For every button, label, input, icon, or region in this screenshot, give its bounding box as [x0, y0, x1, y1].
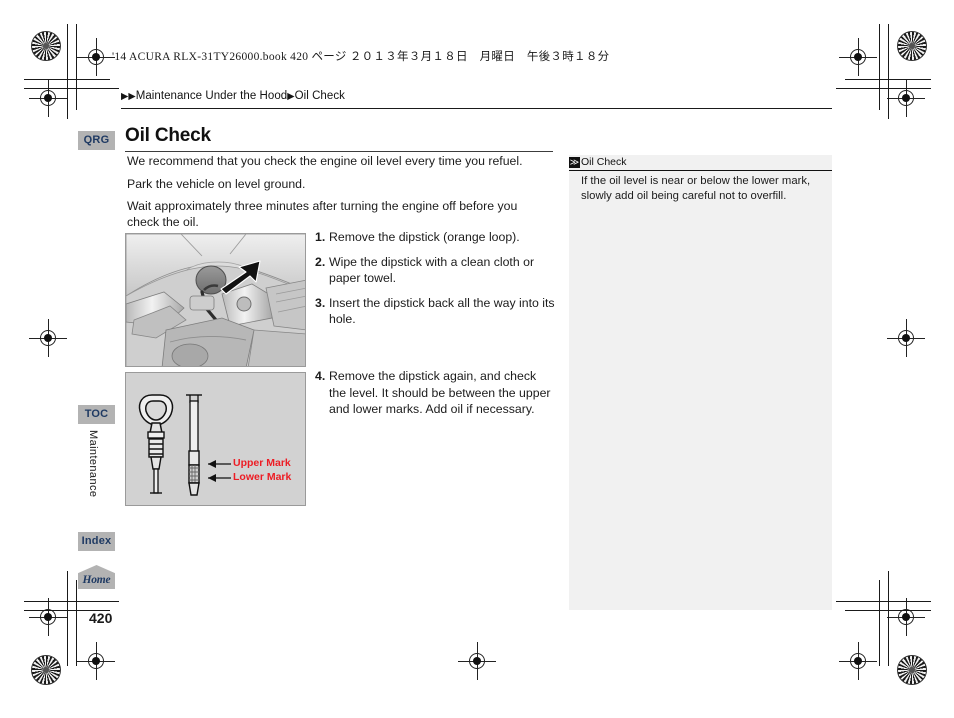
breadcrumb-arrow-icon: ▶	[287, 90, 295, 102]
list-item: 1. Remove the dipstick (orange loop).	[315, 229, 555, 246]
lower-mark-label: Lower Mark	[233, 471, 292, 483]
step-number: 1.	[315, 230, 326, 244]
crop-mark	[67, 571, 68, 666]
dipstick-figure: Upper Mark Lower Mark	[125, 372, 306, 506]
engine-bay-illustration	[126, 234, 305, 366]
side-note-divider	[569, 170, 832, 171]
registration-target-bottom-right	[887, 598, 925, 636]
sidebar-tab-qrg[interactable]: QRG	[78, 131, 115, 150]
intro-paragraph-3: Wait approximately three minutes after t…	[127, 199, 518, 229]
sidebar-tab-home[interactable]: Home	[78, 565, 115, 589]
print-slug-line: '14 ACURA RLX-31TY26000.book 420 ページ ２０１…	[112, 51, 610, 63]
registration-target-bottom-center-left	[77, 642, 115, 680]
double-chevron-icon: ≫	[569, 156, 580, 168]
breadcrumb: ▶▶Maintenance Under the Hood▶Oil Check	[121, 90, 345, 102]
crop-mark	[76, 580, 77, 666]
intro-paragraph-1: We recommend that you check the engine o…	[127, 154, 523, 168]
crop-mark	[888, 24, 889, 119]
step-number: 2.	[315, 254, 326, 269]
crop-mark	[67, 24, 68, 119]
step-number: 4.	[315, 369, 326, 383]
step-text: Remove the dipstick (orange loop).	[329, 230, 520, 244]
list-item: 4. Remove the dipstick again, and check …	[315, 368, 555, 418]
manual-page: '14 ACURA RLX-31TY26000.book 420 ページ ２０１…	[0, 0, 954, 718]
registration-star-top-right	[897, 31, 927, 61]
registration-star-top-left	[31, 31, 61, 61]
crop-mark	[76, 24, 77, 110]
registration-target-top-center-left	[77, 38, 115, 76]
registration-target-right-middle	[887, 319, 925, 357]
crop-mark	[879, 24, 880, 110]
list-item: 3. Insert the dipstick back all the way …	[315, 295, 555, 328]
breadcrumb-arrow-icon: ▶	[128, 90, 136, 102]
registration-star-bottom-right	[897, 655, 927, 685]
breadcrumb-level-1[interactable]: Maintenance Under the Hood	[136, 90, 288, 102]
crop-mark	[24, 601, 119, 602]
registration-target-top-center-right	[839, 38, 877, 76]
side-note-heading: Oil Check	[581, 156, 627, 168]
registration-target-bottom-left	[29, 598, 67, 636]
page-title: Oil Check	[125, 125, 211, 146]
steps-list-lower: 4. Remove the dipstick again, and check …	[315, 368, 555, 426]
upper-mark-label: Upper Mark	[233, 457, 291, 469]
step-text: Wipe the dipstick with a clean cloth or …	[329, 254, 535, 286]
title-divider	[125, 151, 553, 152]
crop-mark	[879, 580, 880, 666]
step-number: 3.	[315, 295, 326, 310]
sidebar-tab-index[interactable]: Index	[78, 532, 115, 551]
crop-mark	[888, 571, 889, 666]
page-number: 420	[89, 610, 113, 626]
header-divider	[121, 108, 832, 109]
engine-bay-figure	[125, 233, 306, 367]
crop-mark	[24, 88, 119, 89]
registration-star-bottom-left	[31, 655, 61, 685]
crop-mark	[836, 88, 931, 89]
crop-mark	[836, 601, 931, 602]
list-item: 2. Wipe the dipstick with a clean cloth …	[315, 254, 555, 287]
chapter-label-vertical: Maintenance	[87, 430, 99, 498]
registration-target-bottom-center-right	[839, 642, 877, 680]
registration-target-left-middle	[29, 319, 67, 357]
sidebar-tab-toc[interactable]: TOC	[78, 405, 115, 424]
intro-paragraph-2: Park the vehicle on level ground.	[127, 177, 306, 191]
breadcrumb-level-2[interactable]: Oil Check	[295, 90, 345, 102]
registration-target-bottom-center	[458, 642, 496, 680]
side-note-body: If the oil level is near or below the lo…	[581, 175, 811, 202]
side-note-header: ≫ Oil Check	[569, 155, 627, 169]
sidebar-tab-home-label: Home	[82, 574, 111, 586]
dipstick-illustration	[126, 373, 305, 505]
step-text: Remove the dipstick again, and check the…	[329, 369, 551, 416]
step-text: Insert the dipstick back all the way int…	[329, 295, 555, 327]
side-note-panel: ≫ Oil Check If the oil level is near or …	[569, 155, 832, 610]
steps-list-upper: 1. Remove the dipstick (orange loop). 2.…	[315, 229, 555, 336]
